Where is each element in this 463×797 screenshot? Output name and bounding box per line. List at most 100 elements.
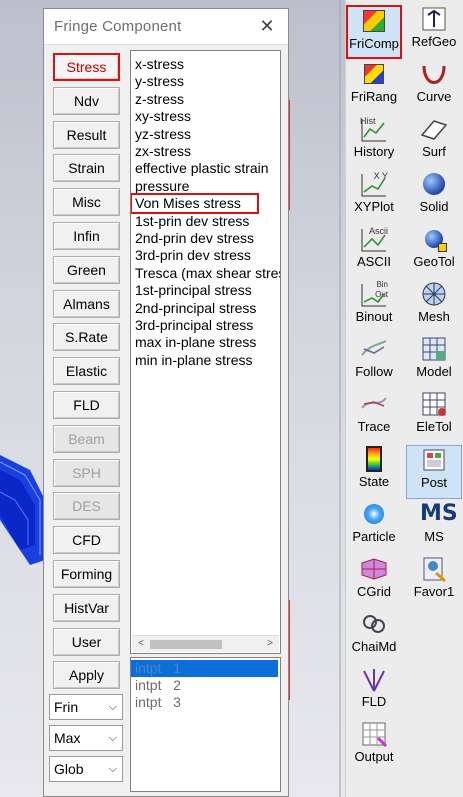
- component-item-effective-plastic-strain[interactable]: effective plastic strain: [135, 160, 269, 177]
- component-item-zx-stress[interactable]: zx-stress: [135, 143, 191, 160]
- toolbar-cgrid-button[interactable]: CGrid: [346, 555, 402, 609]
- green-button[interactable]: Green: [53, 255, 120, 284]
- glob-dropdown[interactable]: Glob ⌵: [49, 756, 123, 782]
- component-item-z-stress[interactable]: z-stress: [135, 91, 184, 108]
- toolbar-surf-button[interactable]: Surf: [406, 115, 462, 169]
- frirang-icon: [360, 60, 388, 88]
- s-rate-button[interactable]: S.Rate: [53, 323, 120, 352]
- particle-icon: [360, 500, 388, 528]
- scroll-left-icon[interactable]: <: [134, 637, 148, 651]
- toolbar-output-button[interactable]: Output: [346, 720, 402, 774]
- trace-icon: [360, 390, 388, 418]
- toolbar-binout-button[interactable]: Bin Out Binout: [346, 280, 402, 334]
- scroll-right-icon[interactable]: >: [263, 637, 277, 651]
- des-button: DES: [53, 492, 120, 521]
- toolbar-chaimd-button[interactable]: ChaiMd: [346, 610, 402, 664]
- apply-button[interactable]: Apply: [53, 661, 120, 690]
- ascii-icon: Ascii: [360, 225, 388, 253]
- toolbar-label: Surf: [422, 144, 446, 159]
- toolbar-trace-button[interactable]: Trace: [346, 390, 402, 444]
- component-item-tresca-max-shear-stress[interactable]: Tresca (max shear stress): [135, 265, 280, 282]
- close-icon[interactable]: ✕: [256, 15, 278, 37]
- integration-point-item[interactable]: intpt 3: [131, 694, 278, 711]
- toolbar-fricomp-button[interactable]: FriComp: [346, 5, 402, 59]
- output-icon: [360, 720, 388, 748]
- component-item-3rd-principal-stress[interactable]: 3rd-principal stress: [135, 317, 253, 334]
- follow-icon: [360, 335, 388, 363]
- toolbar-curve-button[interactable]: Curve: [406, 60, 462, 114]
- toolbar-solid-button[interactable]: Solid: [406, 170, 462, 224]
- component-item-3rd-prin-dev-stress[interactable]: 3rd-prin dev stress: [135, 247, 251, 264]
- dropdown-value: Glob: [54, 761, 84, 777]
- infin-button[interactable]: Infin: [53, 222, 120, 250]
- max-dropdown[interactable]: Max ⌵: [49, 725, 123, 751]
- elastic-button[interactable]: Elastic: [53, 357, 120, 386]
- component-item-max-in-plane-stress[interactable]: max in-plane stress: [135, 334, 256, 351]
- toolbar-follow-button[interactable]: Follow: [346, 335, 402, 389]
- component-item-2nd-prin-dev-stress[interactable]: 2nd-prin dev stress: [135, 230, 254, 247]
- chevron-down-icon: ⌵: [108, 701, 117, 713]
- component-item-1st-prin-dev-stress[interactable]: 1st-prin dev stress: [135, 213, 249, 230]
- toolbar-frirang-button[interactable]: FriRang: [346, 60, 402, 114]
- toolbar-mesh-button[interactable]: Mesh: [406, 280, 462, 334]
- fld-button[interactable]: FLD: [53, 391, 120, 419]
- toolbar-label: Solid: [419, 199, 449, 214]
- strain-button[interactable]: Strain: [53, 154, 120, 183]
- toolbar-xyplot-button[interactable]: X Y XYPlot: [346, 170, 402, 224]
- toolbar-particle-button[interactable]: Particle: [346, 500, 402, 554]
- histvar-button[interactable]: HistVar: [53, 593, 120, 622]
- history-icon: Hist: [360, 115, 388, 143]
- forming-button[interactable]: Forming: [53, 560, 120, 588]
- almans-button[interactable]: Almans: [53, 289, 120, 318]
- result-button[interactable]: Result: [53, 120, 120, 149]
- component-item-von-mises-stress[interactable]: Von Mises stress: [131, 193, 259, 215]
- component-item-pressure[interactable]: pressure: [135, 178, 189, 195]
- component-item-min-in-plane-stress[interactable]: min in-plane stress: [135, 352, 253, 369]
- toolbar-label: FriComp: [349, 36, 399, 51]
- ndv-button[interactable]: Ndv: [53, 86, 120, 115]
- toolbar-refgeo-button[interactable]: RefGeo: [406, 5, 462, 59]
- binout-icon: Bin Out: [360, 280, 388, 308]
- misc-button[interactable]: Misc: [53, 188, 120, 217]
- toolbar-label: Particle: [352, 529, 396, 544]
- integration-point-item[interactable]: intpt 2: [131, 677, 278, 694]
- horizontal-scrollbar[interactable]: < >: [132, 635, 279, 652]
- stress-button[interactable]: Stress: [53, 53, 120, 81]
- component-item-2nd-principal-stress[interactable]: 2nd-principal stress: [135, 300, 256, 317]
- toolbar-ascii-button[interactable]: Ascii ASCII: [346, 225, 402, 279]
- toolbar-geotol-button[interactable]: GeoTol: [406, 225, 462, 279]
- toolbar-label: Model: [416, 364, 452, 379]
- component-item-yz-stress[interactable]: yz-stress: [135, 126, 191, 143]
- cfd-button[interactable]: CFD: [53, 526, 120, 555]
- beam-button: Beam: [53, 424, 120, 453]
- component-item-x-stress[interactable]: x-stress: [135, 56, 184, 73]
- dialog-titlebar[interactable]: Fringe Component ✕: [44, 9, 288, 45]
- fringe-component-dialog: Fringe Component ✕ Stress Ndv Result Strain…: [43, 8, 289, 797]
- component-list[interactable]: x-stress y-stress z-stress xy-stress yz-stre…: [130, 50, 281, 654]
- toolbar-state-button[interactable]: State: [346, 445, 402, 499]
- component-item-1st-principal-stress[interactable]: 1st-principal stress: [135, 282, 252, 299]
- toolbar-model-button[interactable]: Model: [406, 335, 462, 389]
- xyplot-icon: X Y: [360, 170, 388, 198]
- toolbar-fld-button[interactable]: FLD: [346, 665, 402, 719]
- toolbar-label: Mesh: [418, 309, 450, 324]
- fricomp-icon: [360, 7, 388, 35]
- toolbar-label: RefGeo: [411, 34, 457, 49]
- toolbar-post-button[interactable]: Post: [406, 445, 462, 499]
- component-item-xy-stress[interactable]: xy-stress: [135, 108, 191, 125]
- toolbar-eletol-button[interactable]: EleTol: [406, 390, 462, 444]
- toolbar-favor1-button[interactable]: Favor1: [406, 555, 462, 609]
- chevron-down-icon: ⌵: [108, 763, 117, 775]
- toolbar-label: ChaiMd: [351, 639, 397, 654]
- curve-icon: [420, 60, 448, 88]
- scrollbar-thumb[interactable]: [150, 640, 222, 649]
- dialog-title: Fringe Component: [54, 18, 182, 35]
- toolbar-ms-button[interactable]: MS MS: [406, 500, 462, 554]
- right-toolbar: FriComp FriRang Hist History X Y XYPlot Ascii A…: [345, 0, 463, 797]
- user-button[interactable]: User: [53, 627, 120, 656]
- integration-point-item[interactable]: intpt 1: [131, 660, 278, 677]
- integration-point-list[interactable]: intpt 1 intpt 2 intpt 3: [130, 657, 281, 792]
- component-item-y-stress[interactable]: y-stress: [135, 73, 184, 90]
- frin-dropdown[interactable]: Frin ⌵: [49, 694, 123, 720]
- toolbar-history-button[interactable]: Hist History: [346, 115, 402, 169]
